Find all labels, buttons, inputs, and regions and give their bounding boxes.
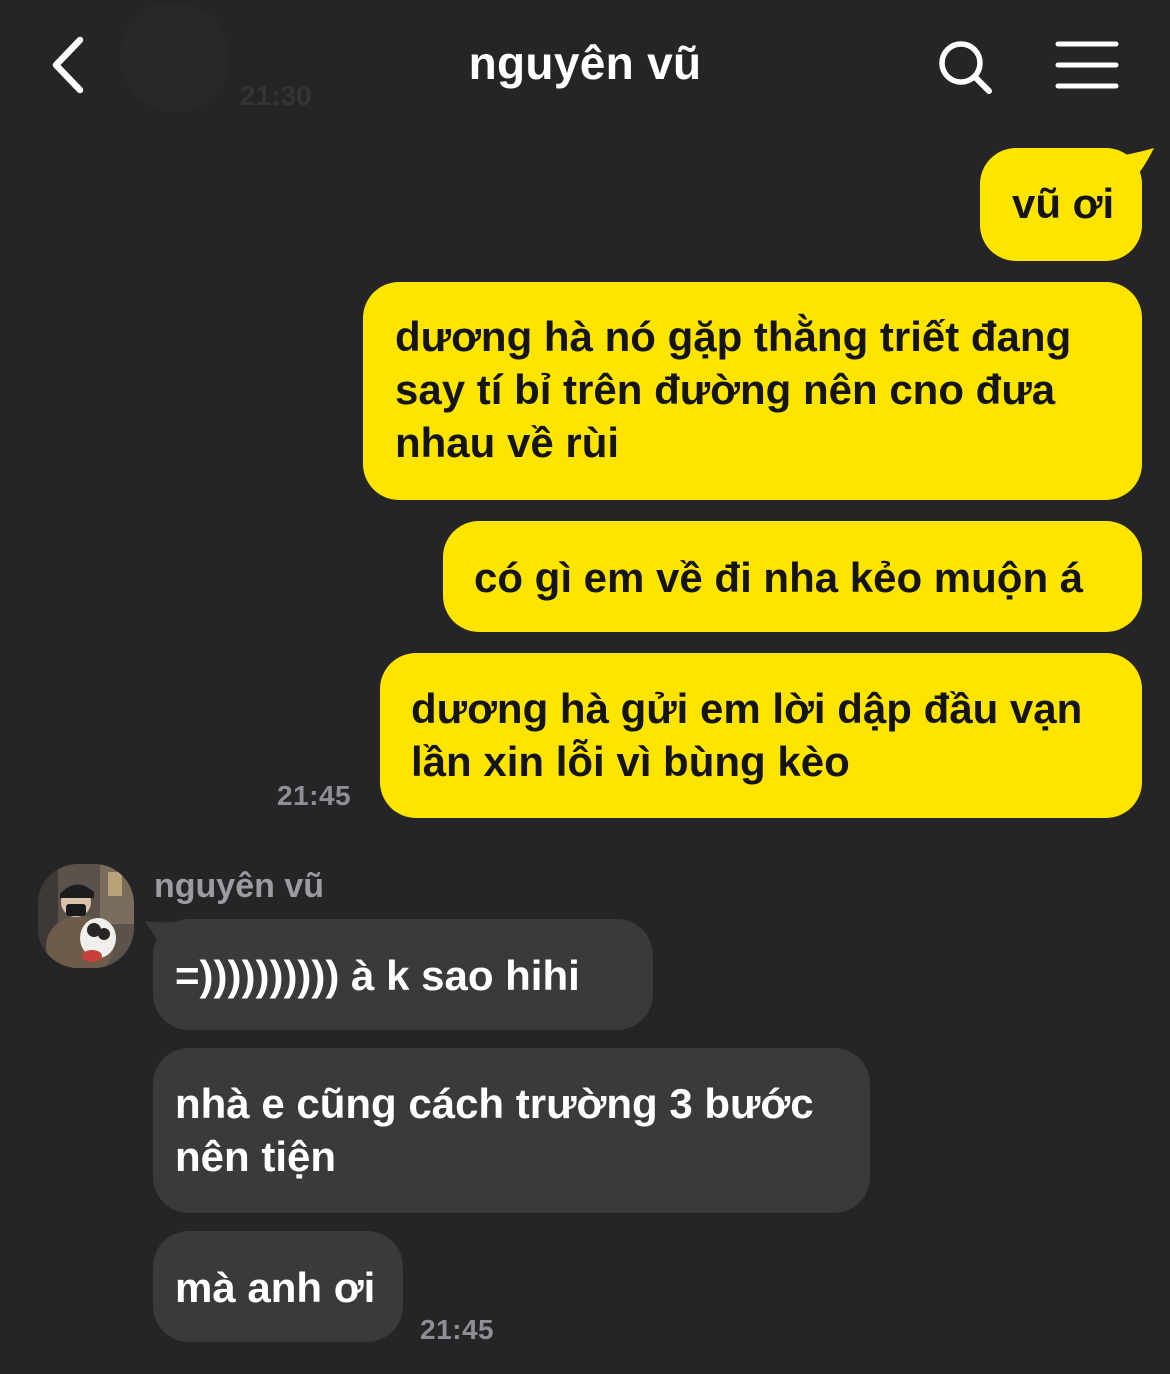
- menu-button[interactable]: [1050, 30, 1126, 106]
- search-icon: [939, 41, 992, 94]
- sender-avatar[interactable]: [38, 864, 134, 968]
- chat-header: 21:30 nguyên vũ: [0, 0, 1170, 135]
- incoming-message[interactable]: nhà e cũng cách trường 3 bước nên tiện: [153, 1048, 870, 1213]
- search-button[interactable]: [928, 30, 1004, 106]
- incoming-message[interactable]: =)))))))))) à k sao hihi: [153, 919, 653, 1030]
- outgoing-message[interactable]: có gì em về đi nha kẻo muộn á: [443, 521, 1142, 632]
- incoming-message[interactable]: mà anh ơi: [153, 1231, 403, 1342]
- hamburger-menu-icon: [1055, 41, 1119, 89]
- outgoing-message[interactable]: vũ ơi: [980, 148, 1142, 261]
- incoming-timestamp: 21:45: [420, 1314, 495, 1345]
- outgoing-timestamp: 21:45: [277, 780, 352, 811]
- profile-photo: [38, 864, 134, 968]
- sender-name: nguyên vũ: [154, 867, 325, 905]
- outgoing-message[interactable]: dương hà nó gặp thằng triết đang say tí …: [363, 282, 1142, 500]
- outgoing-message[interactable]: dương hà gửi em lời dập đầu vạn lần xin …: [380, 653, 1142, 818]
